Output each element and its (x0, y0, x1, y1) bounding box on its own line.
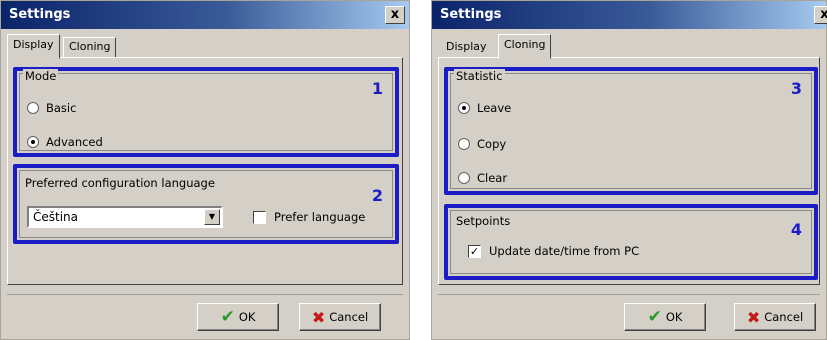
button-row: ✔ OK ✖ Cancel (438, 294, 820, 334)
x-mark-icon: ✖ (311, 307, 326, 327)
radio-clear[interactable]: Clear (458, 171, 507, 185)
language-select-value: Čeština (33, 210, 79, 224)
ok-button[interactable]: ✔ OK (624, 303, 706, 331)
setpoints-group-title: Setpoints (454, 214, 513, 228)
mode-group-title: Mode (23, 69, 59, 83)
radio-icon[interactable] (458, 138, 470, 150)
language-group-title: Preferred configuration language (23, 176, 217, 190)
annotation-number: 1 (371, 79, 383, 98)
radio-icon[interactable] (458, 172, 470, 184)
tab-display[interactable]: Display (7, 34, 60, 59)
tab-cloning[interactable]: Cloning (498, 34, 552, 59)
x-mark-icon: ✖ (746, 307, 761, 327)
dialog-title: Settings (9, 7, 71, 22)
title-bar: Settings (1, 1, 409, 29)
checkmark-icon: ✔ (220, 307, 235, 327)
settings-dialog-cloning: Settings x Display Cloning Statistic 3 L… (431, 0, 827, 340)
close-icon: x (390, 7, 400, 22)
radio-copy[interactable]: Copy (458, 137, 506, 151)
close-icon: x (820, 7, 827, 22)
checkmark-icon[interactable]: ✓ (468, 244, 481, 258)
language-group: Preferred configuration language 2 Češti… (13, 164, 399, 244)
setpoints-group: Setpoints 4 ✓ Update date/time from PC (444, 204, 818, 280)
annotation-number: 2 (371, 186, 383, 205)
radio-icon[interactable] (458, 102, 470, 114)
prefer-language-checkbox[interactable]: Prefer language (253, 210, 365, 224)
tab-display[interactable]: Display (440, 37, 493, 58)
statistic-group-title: Statistic (454, 69, 505, 83)
close-button[interactable]: x (814, 6, 827, 24)
annotation-number: 3 (790, 79, 802, 98)
radio-basic[interactable]: Basic (27, 101, 76, 115)
annotation-number: 4 (790, 220, 802, 239)
checkmark-icon: ✔ (647, 307, 662, 327)
mode-group: Mode 1 Basic Advanced (13, 67, 399, 157)
close-button[interactable]: x (385, 6, 405, 24)
ok-button[interactable]: ✔ OK (197, 303, 279, 331)
radio-icon[interactable] (27, 102, 39, 114)
update-datetime-checkbox[interactable]: ✓ Update date/time from PC (468, 244, 639, 258)
language-select[interactable]: Čeština ▼ (27, 206, 223, 228)
statistic-group: Statistic 3 Leave Copy Clear (444, 67, 818, 195)
title-bar: Settings (432, 1, 826, 29)
radio-advanced[interactable]: Advanced (27, 135, 103, 149)
chevron-down-icon[interactable]: ▼ (204, 209, 220, 225)
tab-cloning[interactable]: Cloning (63, 37, 117, 58)
button-row: ✔ OK ✖ Cancel (7, 294, 403, 334)
checkbox-icon[interactable] (253, 210, 266, 224)
cancel-button[interactable]: ✖ Cancel (299, 303, 381, 331)
cancel-button[interactable]: ✖ Cancel (734, 303, 816, 331)
settings-dialog-display: Settings x Display Cloning Mode 1 Basic … (0, 0, 410, 340)
dialog-title: Settings (440, 7, 502, 22)
radio-leave[interactable]: Leave (458, 101, 511, 115)
radio-icon[interactable] (27, 136, 39, 148)
